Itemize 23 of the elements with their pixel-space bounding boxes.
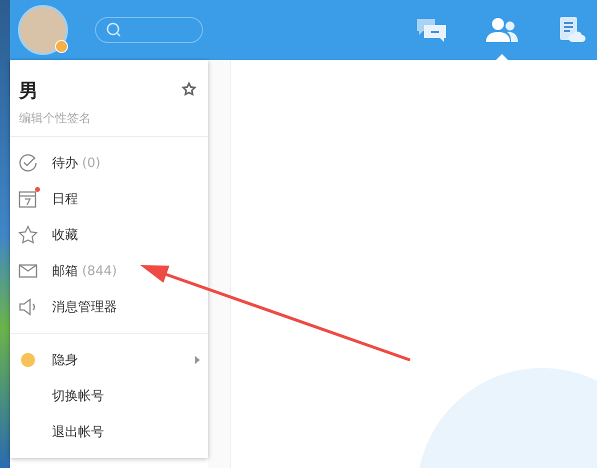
calendar-icon xyxy=(18,189,38,209)
invisible-status-icon xyxy=(55,40,68,53)
search-icon xyxy=(106,22,122,38)
check-circle-icon xyxy=(18,153,38,173)
invisible-status-icon xyxy=(21,353,35,367)
search-field[interactable] xyxy=(95,17,203,43)
profile-name: 男 xyxy=(19,79,39,104)
menu-item[interactable]: 待办 (0) xyxy=(10,145,208,181)
menu-item[interactable]: 收藏 xyxy=(10,217,208,253)
chat-bubbles-icon xyxy=(416,17,448,43)
people-icon xyxy=(485,17,519,43)
menu-item[interactable]: 邮箱 (844) xyxy=(10,253,208,289)
status-menu-item[interactable]: 隐身 xyxy=(10,342,208,378)
menu-item[interactable]: 切换帐号 xyxy=(10,378,208,414)
speaker-icon xyxy=(18,297,38,317)
star-icon[interactable] xyxy=(180,80,198,98)
avatar-photo-placeholder[interactable] xyxy=(18,5,68,55)
notification-dot xyxy=(35,187,40,192)
star-outline-icon xyxy=(18,225,38,245)
menu-item[interactable]: 退出帐号 xyxy=(10,414,208,450)
document-cloud-icon xyxy=(558,16,586,44)
menu-item[interactable]: 日程 xyxy=(10,181,208,217)
menu-item[interactable]: 消息管理器 xyxy=(10,289,208,325)
